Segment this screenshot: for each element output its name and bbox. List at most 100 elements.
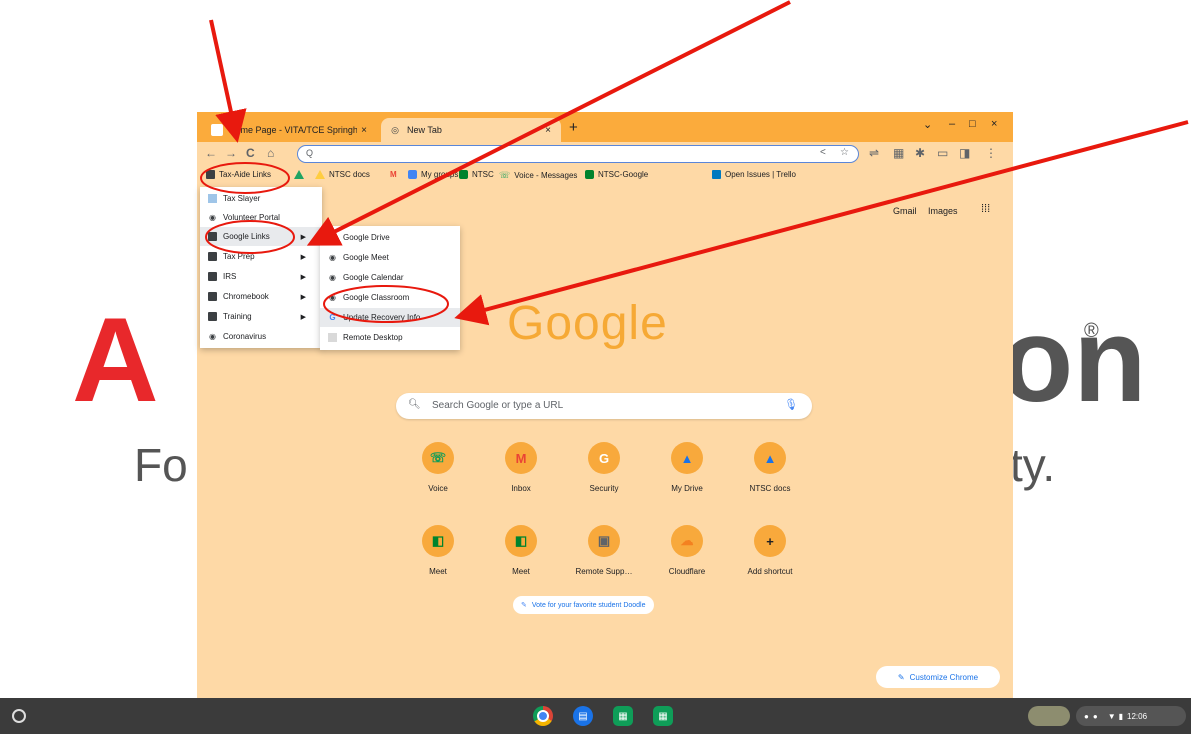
bookmark-label: NTSC-Google [598, 170, 649, 179]
shortcut-label: Security [589, 484, 619, 493]
folder-icon [208, 272, 217, 281]
add-shortcut-tile[interactable]: + Add shortcut [733, 525, 807, 576]
page-icon [208, 194, 217, 203]
menu-item-google-drive[interactable]: ◉ Google Drive [320, 228, 460, 247]
menu-item-google-meet[interactable]: ◉ Google Meet [320, 248, 460, 267]
menu-item-chromebook[interactable]: Chromebook ▶ [200, 287, 322, 306]
menu-item-google-classroom[interactable]: ◉ Google Classroom [320, 288, 460, 307]
status-tray[interactable]: ● ● ▼ ▮ 12:06 [1076, 706, 1186, 726]
menu-item-label: Google Classroom [343, 293, 410, 302]
images-link[interactable]: Images [928, 206, 958, 216]
toolbar: ← → C ⌂ Q < ☆ ⇌ ▦ ✱ ▭ ◨ ⋮ [197, 142, 1013, 166]
menu-item-label: Google Drive [343, 233, 390, 242]
star-icon[interactable]: ☆ [840, 147, 849, 158]
submenu-arrow-icon: ▶ [300, 233, 306, 241]
globe-icon: ◉ [329, 293, 336, 302]
sheets-app-icon[interactable]: ▦ [653, 706, 673, 726]
minimize-icon[interactable]: – [949, 118, 955, 130]
extension-icon[interactable]: ⇌ [869, 146, 879, 160]
more-menu-icon[interactable]: ⋮ [985, 146, 997, 160]
customize-label: Customize Chrome [909, 672, 979, 682]
side-panel-icon[interactable]: ◨ [959, 146, 970, 160]
folder-icon [208, 292, 217, 301]
tab-close-icon[interactable]: × [357, 125, 371, 136]
menu-item-irs[interactable]: IRS ▶ [200, 267, 322, 286]
customize-chrome-button[interactable]: ✎ Customize Chrome [876, 666, 1000, 688]
shortcut-tile[interactable]: M Inbox [484, 442, 558, 493]
menu-item-remote-desktop[interactable]: Remote Desktop [320, 328, 460, 347]
shortcut-label: Remote Supp… [575, 567, 633, 576]
bookmark-label: NTSC docs [329, 170, 370, 179]
tab-title: Home Page - VITA/TCE Springh… [229, 125, 357, 135]
menu-item-label: Training [223, 312, 252, 321]
tab-home-page[interactable]: Home Page - VITA/TCE Springh… × [203, 118, 377, 142]
shortcut-tile[interactable]: ◧ Meet [484, 525, 558, 576]
menu-item-label: IRS [223, 272, 237, 281]
gmail-link[interactable]: Gmail [893, 206, 917, 216]
account-avatars[interactable] [1028, 706, 1070, 726]
shortcut-tile[interactable]: ▲ My Drive [650, 442, 724, 493]
sheets-app-icon[interactable]: ▦ [613, 706, 633, 726]
bookmark-ntsc-docs[interactable]: NTSC docs [315, 170, 370, 179]
ntp-search-box[interactable]: 🔍︎ Search Google or type a URL 🎙︎ [396, 393, 812, 419]
wallpaper-tagline-right: ty. [1010, 439, 1056, 491]
home-icon[interactable]: ⌂ [267, 146, 274, 160]
cast-icon[interactable]: ▭ [937, 146, 948, 160]
menu-item-coronavirus[interactable]: ◉ Coronavirus [200, 327, 322, 346]
bookmark-label: Open Issues | Trello [725, 170, 796, 179]
chrome-favicon-icon: ◎ [391, 124, 399, 135]
menu-item-volunteer-portal[interactable]: ◉ Volunteer Portal [200, 208, 322, 227]
apps-grid-icon[interactable]: ⁞⁞⁞ [981, 203, 990, 215]
bookmark-trello[interactable]: Open Issues | Trello [712, 170, 796, 179]
submenu-arrow-icon: ▶ [300, 273, 306, 281]
menu-item-google-calendar[interactable]: ◉ Google Calendar [320, 268, 460, 287]
menu-item-tax-prep[interactable]: Tax Prep ▶ [200, 247, 322, 266]
bookmark-voice-messages[interactable]: ☏ Voice - Messages [499, 170, 577, 181]
microphone-icon[interactable]: 🎙︎ [784, 398, 798, 411]
menu-item-tax-slayer[interactable]: Tax Slayer [200, 189, 322, 208]
back-icon[interactable]: ← [205, 146, 217, 160]
bookmark-drive[interactable] [294, 170, 308, 179]
menu-item-training[interactable]: Training ▶ [200, 307, 322, 326]
gmail-icon: M [390, 170, 397, 179]
bookmark-tax-aide-links[interactable]: Tax-Aide Links [206, 170, 271, 179]
maximize-icon[interactable]: □ [969, 118, 976, 130]
reload-icon[interactable]: C [246, 146, 255, 160]
wifi-icon: ▼ [1107, 711, 1116, 721]
voice-icon: ☏ [422, 442, 454, 474]
bookmark-gmail[interactable]: M [390, 170, 401, 179]
bookmark-label: NTSC [472, 170, 494, 179]
google-icon: G [588, 442, 620, 474]
puzzle-icon[interactable]: ✱ [915, 146, 925, 160]
groups-icon [408, 170, 417, 179]
menu-item-update-recovery-info[interactable]: G Update Recovery Info [320, 308, 460, 327]
globe-icon: ◉ [329, 233, 336, 242]
bookmark-my-groups[interactable]: My groups [408, 170, 458, 179]
shortcut-tile[interactable]: G Security [567, 442, 641, 493]
bookmark-ntsc-google[interactable]: NTSC-Google [585, 170, 648, 179]
tab-new-tab[interactable]: ◎ New Tab × [381, 118, 561, 142]
grid-extension-icon[interactable]: ▦ [893, 146, 904, 160]
shortcut-tile[interactable]: ☏ Voice [401, 442, 475, 493]
bookmark-ntsc[interactable]: NTSC [459, 170, 494, 179]
notification-icon: ● [1092, 711, 1098, 721]
shortcut-tile[interactable]: ▲ NTSC docs [733, 442, 807, 493]
shortcut-tile[interactable]: ☁ Cloudflare [650, 525, 724, 576]
wallpaper-tagline-left: Fo [134, 439, 188, 491]
new-tab-button[interactable]: + [569, 119, 578, 136]
shortcut-tile[interactable]: ◧ Meet [401, 525, 475, 576]
doodle-vote-chip[interactable]: ✎ Vote for your favorite student Doodle [513, 596, 654, 614]
tab-search-icon[interactable]: ⌄ [923, 118, 932, 131]
share-icon[interactable]: < [820, 147, 826, 158]
shortcut-tile[interactable]: ▣ Remote Supp… [567, 525, 641, 576]
files-app-icon[interactable]: ▤ [573, 706, 593, 726]
address-bar[interactable]: Q < ☆ [297, 145, 859, 163]
menu-item-label: Tax Slayer [223, 194, 261, 203]
tab-close-icon[interactable]: × [541, 125, 555, 136]
bookmark-label: Voice - Messages [514, 171, 578, 180]
close-window-icon[interactable]: × [991, 118, 997, 130]
forward-icon[interactable]: → [225, 146, 237, 160]
launcher-icon[interactable] [12, 709, 26, 723]
menu-item-google-links[interactable]: Google Links ▶ [200, 227, 322, 246]
chrome-icon[interactable] [533, 706, 553, 726]
